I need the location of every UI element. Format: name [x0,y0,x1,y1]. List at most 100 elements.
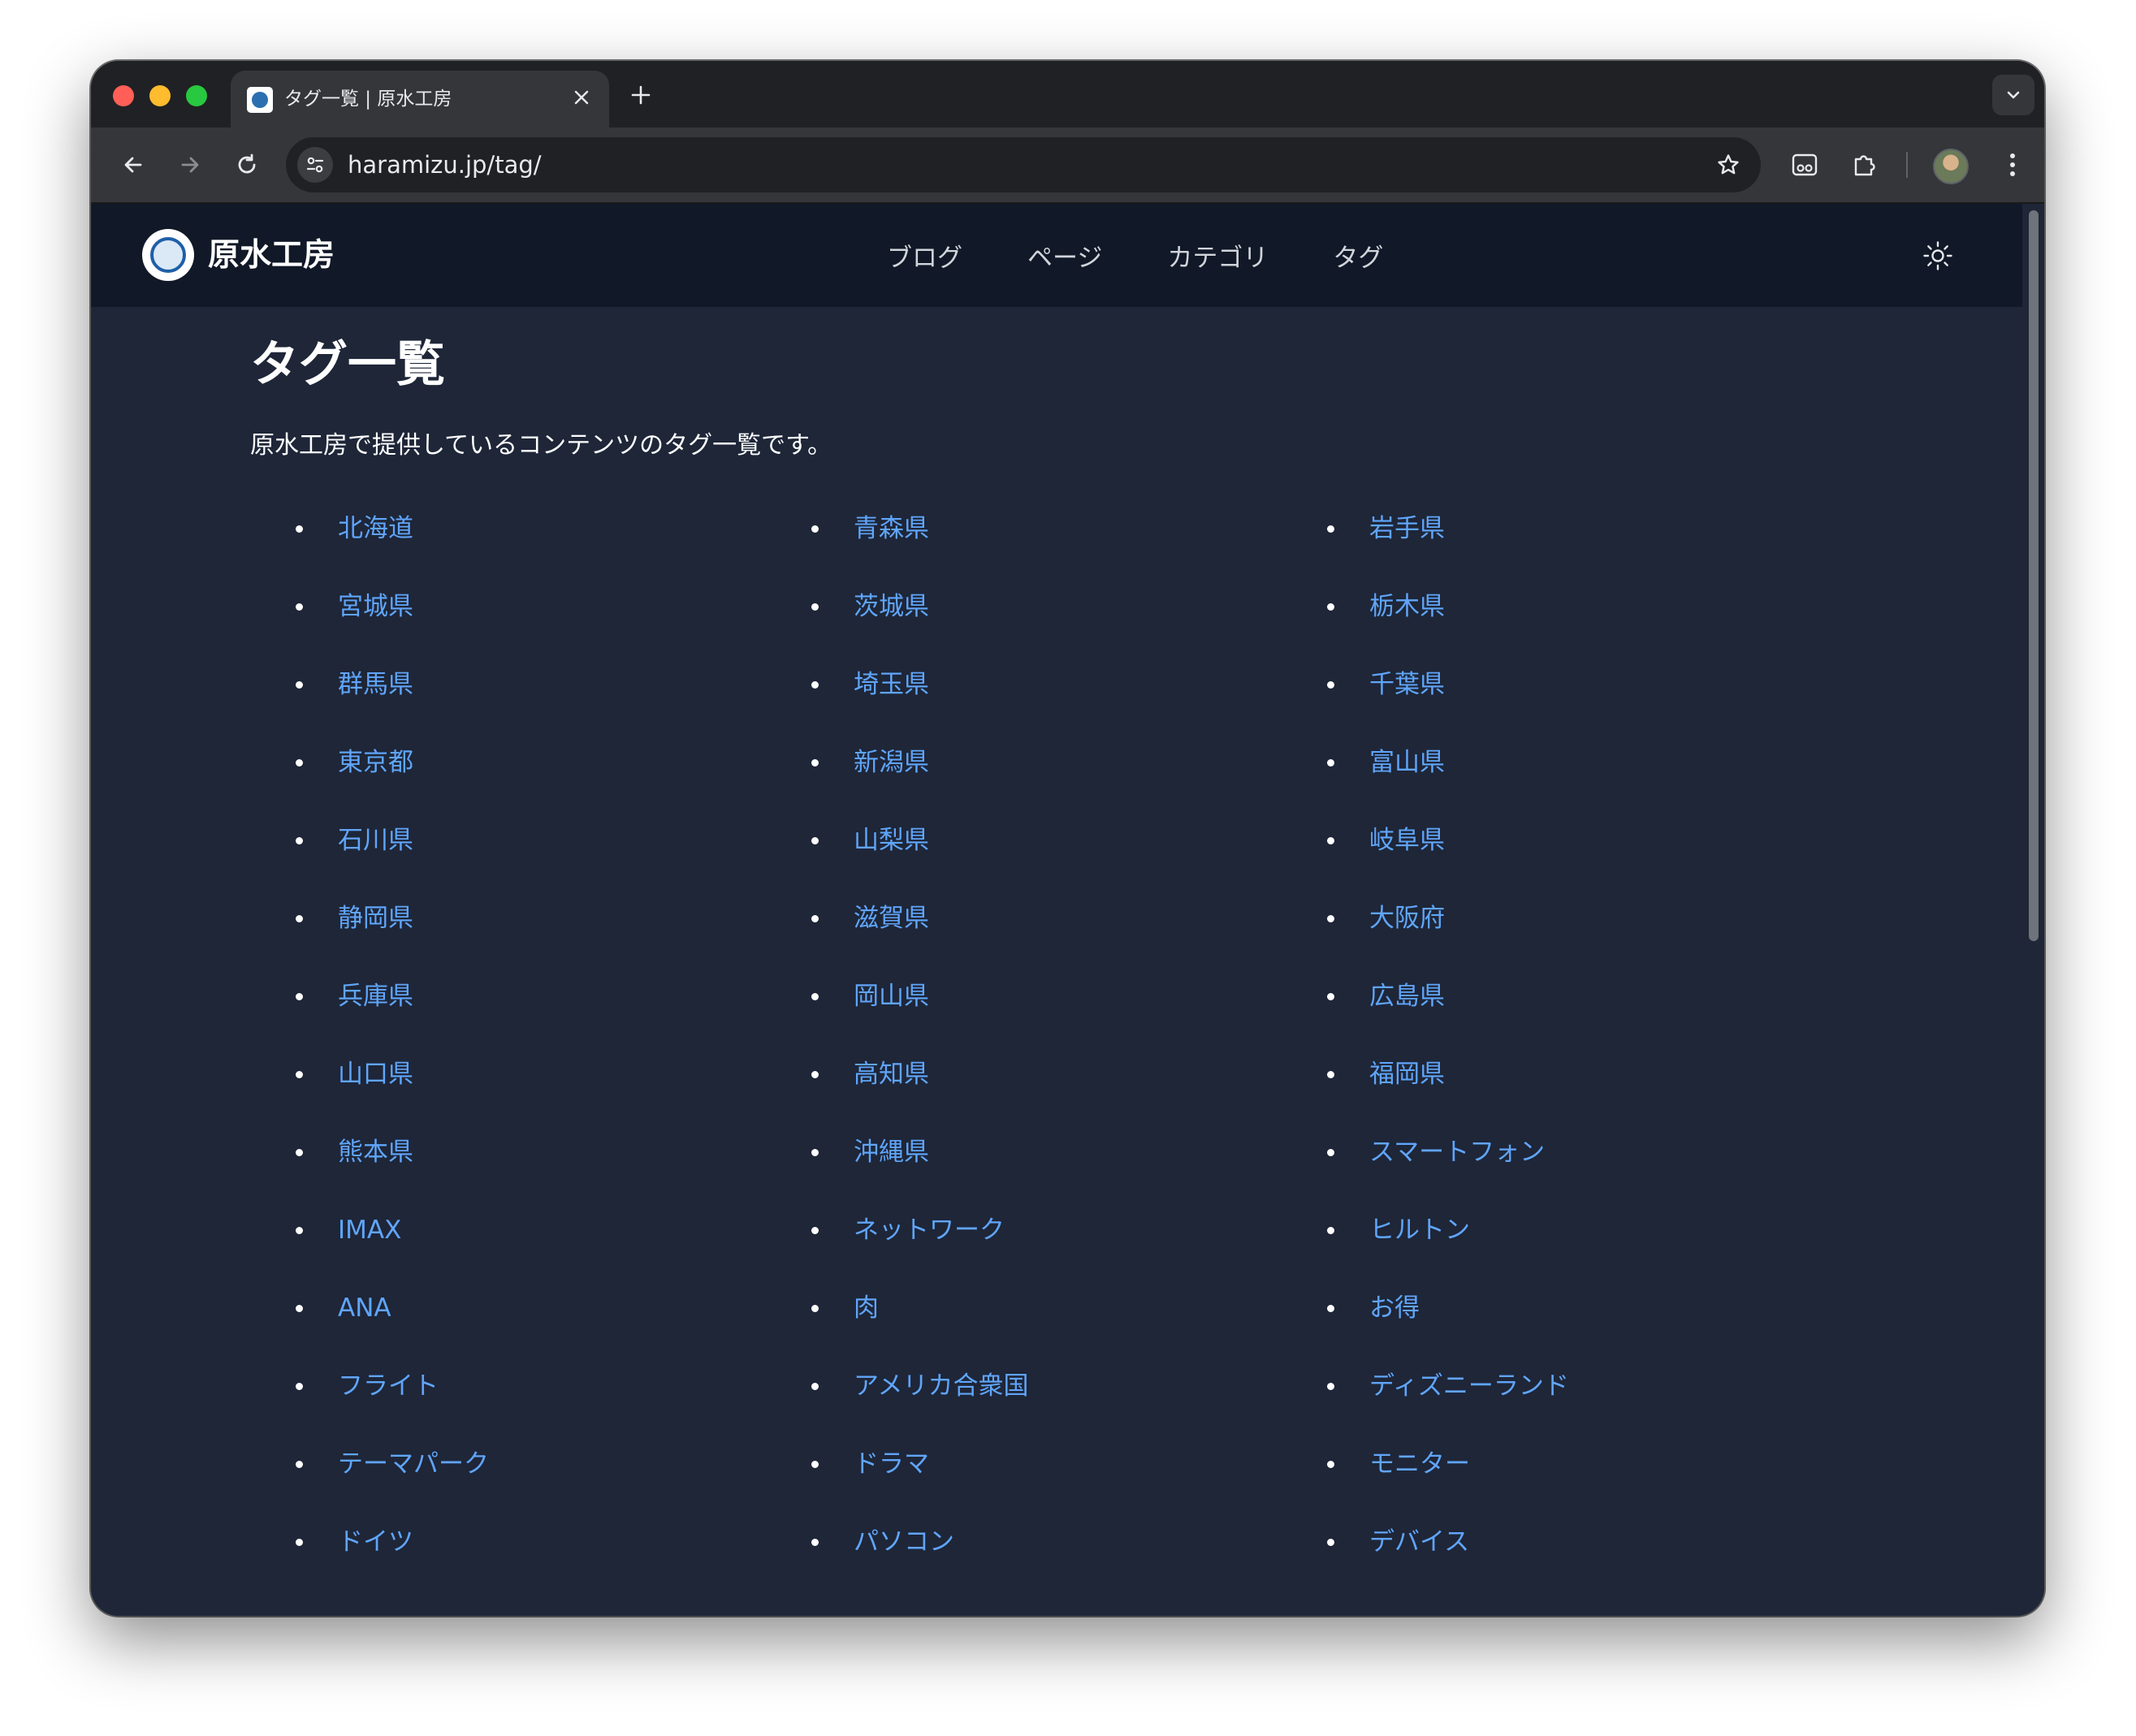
toolbar-separator [1906,152,1908,178]
tag-link[interactable]: 千葉県 [1369,670,1445,699]
tag-link[interactable]: 岐阜県 [1369,826,1445,855]
nav-blog[interactable]: ブログ [887,237,962,274]
tag-list-item: ドラマ [766,1441,1282,1519]
tag-link[interactable]: 兵庫県 [338,982,413,1011]
tag-list-item: 肉 [766,1285,1282,1363]
tag-link[interactable]: お得 [1369,1293,1420,1323]
tag-list-item: デバイス [1282,1519,1793,1597]
tag-link[interactable]: 高知県 [854,1060,929,1089]
tag-link[interactable]: 群馬県 [338,670,413,699]
tag-link[interactable]: ネットワーク [854,1216,1005,1245]
tag-list-item: 大阪府 [1282,896,1793,974]
tag-link[interactable]: 沖縄県 [854,1138,929,1167]
nav-tags[interactable]: タグ [1333,237,1383,274]
scrollbar-thumb[interactable] [2029,210,2039,941]
tag-link[interactable]: テーマパーク [338,1449,489,1479]
tag-link[interactable]: 富山県 [1369,748,1445,777]
tag-list-item: 栃木県 [1282,584,1793,662]
tag-link[interactable]: 新潟県 [854,748,929,777]
active-tab[interactable]: タグ一覧 | 原水工房 [231,71,609,127]
tag-link[interactable]: 広島県 [1369,982,1445,1011]
reading-mode-icon[interactable] [1785,145,1824,184]
tag-list-item: テーマパーク [250,1441,766,1519]
tag-list-item: ANA [250,1285,766,1363]
tag-link[interactable]: フライト [338,1371,439,1401]
kebab-menu-icon[interactable] [1993,145,2032,184]
close-icon[interactable] [567,84,596,114]
tag-list-item: 山口県 [250,1052,766,1129]
nav-pages[interactable]: ページ [1027,237,1102,274]
extensions-puzzle-icon[interactable] [1845,145,1884,184]
site-settings-icon[interactable] [297,147,333,183]
tab-search-button[interactable] [1992,75,2034,115]
site-favicon-icon [247,87,273,113]
tag-list-item: アメリカ合衆国 [766,1363,1282,1441]
tag-link[interactable]: 石川県 [338,826,413,855]
screenshot-backdrop: タグ一覧 | 原水工房 haramizu.jp/tag/ 原水工房 ブログ ペー… [0,0,2136,1736]
scrollbar[interactable] [2022,204,2044,1616]
reload-button[interactable] [227,145,266,184]
tag-link[interactable]: 青森県 [854,514,929,543]
tag-list-item: 岐阜県 [1282,818,1793,896]
tag-list-item: 青森県 [766,506,1282,584]
tag-list-item: 群馬県 [250,662,766,740]
tag-link[interactable]: モニター [1369,1449,1470,1479]
tag-link[interactable]: 岡山県 [854,982,929,1011]
tag-list-item: 埼玉県 [766,662,1282,740]
tag-link[interactable]: デバイス [1369,1527,1469,1557]
tag-list-item: 沖縄県 [766,1129,1282,1207]
close-window-button[interactable] [113,85,134,106]
page-title: タグ一覧 [250,336,445,393]
nav-categories[interactable]: カテゴリ [1167,237,1268,274]
tag-list-item: ネットワーク [766,1207,1282,1285]
tag-link[interactable]: 宮城県 [338,592,413,621]
tag-link[interactable]: 福岡県 [1369,1060,1445,1089]
tag-link[interactable]: 熊本県 [338,1138,413,1167]
site-logo-icon[interactable] [142,229,194,281]
tag-link[interactable]: 山梨県 [854,826,929,855]
tag-link[interactable]: 茨城県 [854,592,929,621]
tag-link[interactable]: IMAX [338,1216,401,1245]
tag-link[interactable]: ANA [338,1293,391,1323]
tag-link[interactable]: 肉 [854,1293,879,1323]
tag-list-item: 静岡県 [250,896,766,974]
tag-link[interactable]: 滋賀県 [854,904,929,933]
new-tab-button[interactable] [623,79,659,114]
tag-link[interactable]: 埼玉県 [854,670,929,699]
tag-link[interactable]: 岩手県 [1369,514,1445,543]
forward-button[interactable] [171,145,210,184]
address-bar[interactable]: haramizu.jp/tag/ [286,137,1761,192]
tag-link[interactable]: パソコン [854,1527,954,1557]
tag-link[interactable]: 東京都 [338,748,413,777]
tag-link[interactable]: 栃木県 [1369,592,1445,621]
tag-list-item: 福岡県 [1282,1052,1793,1129]
tag-list-item: 新潟県 [766,740,1282,818]
tag-link[interactable]: 大阪府 [1369,904,1445,933]
tag-link[interactable]: 静岡県 [338,904,413,933]
tag-list-item: 滋賀県 [766,896,1282,974]
site-brand[interactable]: 原水工房 [208,204,335,307]
tab-title: タグ一覧 | 原水工房 [284,89,452,110]
tag-link[interactable]: ドイツ [338,1527,413,1557]
tag-link[interactable]: ドラマ [854,1449,929,1479]
tag-link[interactable]: アメリカ合衆国 [854,1371,1028,1401]
minimize-window-button[interactable] [149,85,171,106]
profile-avatar[interactable] [1933,149,1969,184]
tag-link[interactable]: ディズニーランド [1369,1371,1569,1401]
main-nav: ブログ ページ カテゴリ タグ [887,204,1448,307]
tag-list-item: ディズニーランド [1282,1363,1793,1441]
maximize-window-button[interactable] [186,85,207,106]
sun-icon[interactable] [1921,239,1955,273]
tag-link[interactable]: 山口県 [338,1060,413,1089]
url-text[interactable]: haramizu.jp/tag/ [348,137,542,192]
tag-list-item: 宮城県 [250,584,766,662]
tag-link[interactable]: 北海道 [338,514,413,543]
tag-link[interactable]: ヒルトン [1369,1216,1470,1245]
back-button[interactable] [114,145,153,184]
tab-strip: タグ一覧 | 原水工房 [91,61,2044,127]
bookmark-star-icon[interactable] [1710,147,1746,183]
tag-link[interactable]: スマートフォン [1369,1138,1545,1167]
tag-list-item: 富山県 [1282,740,1793,818]
tag-list-item: 高知県 [766,1052,1282,1129]
tag-list-item: 北海道 [250,506,766,584]
